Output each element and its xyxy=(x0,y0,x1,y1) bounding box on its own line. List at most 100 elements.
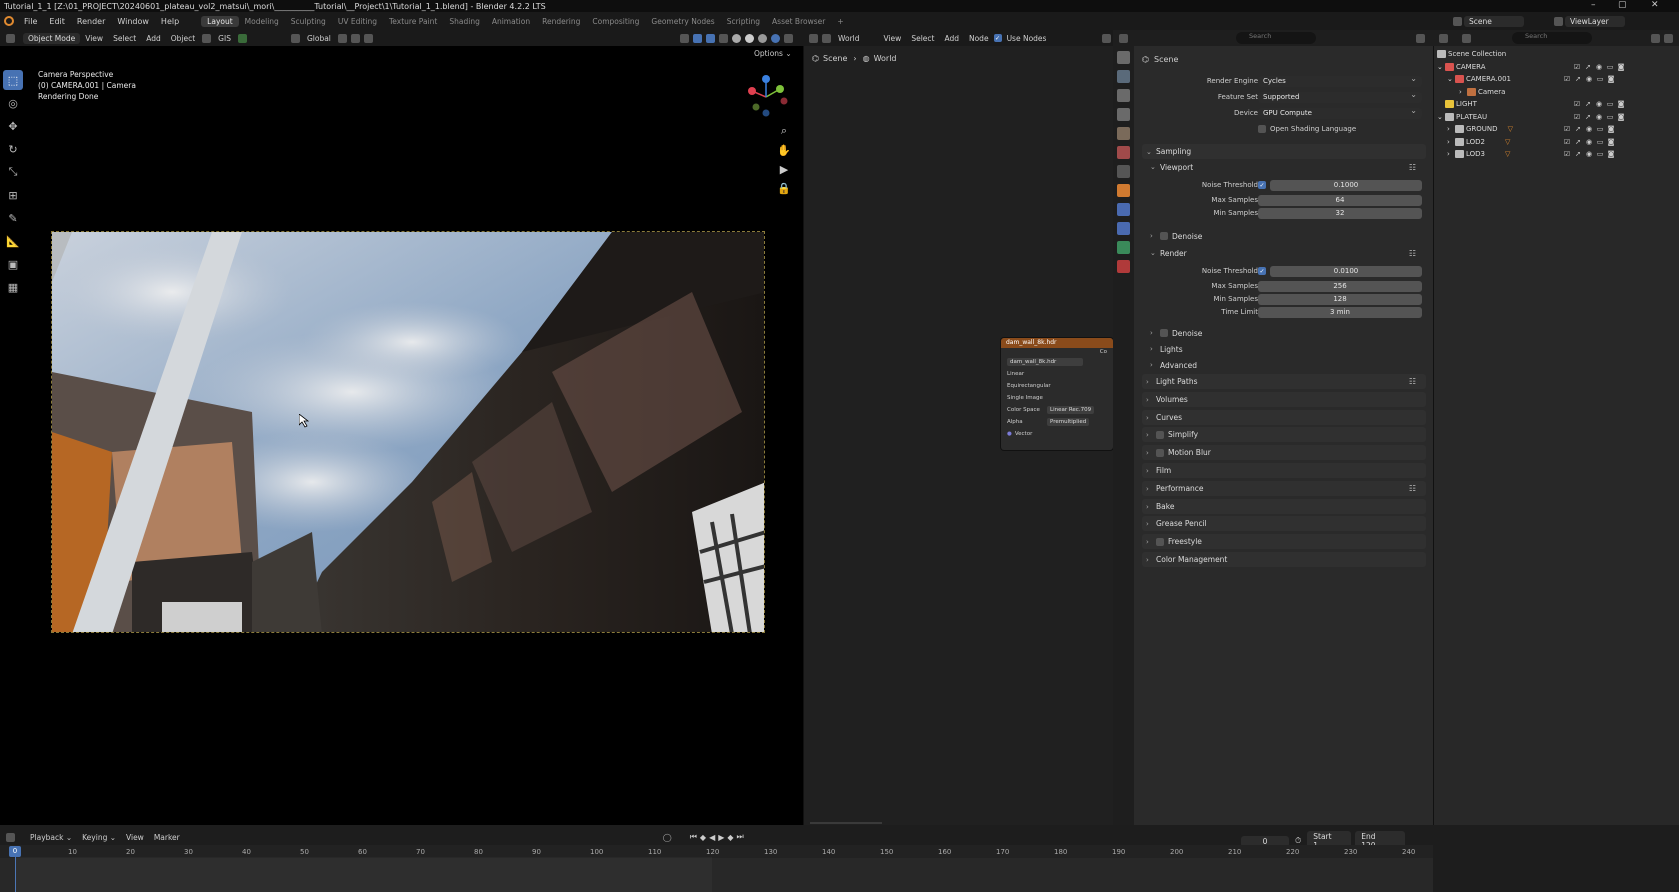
filter-icon[interactable] xyxy=(1651,33,1660,43)
tool-tab-icon[interactable] xyxy=(1117,51,1130,64)
node-colorspace-value[interactable]: Linear Rec.709 xyxy=(1047,406,1095,414)
orientation-dropdown[interactable]: Global xyxy=(302,34,336,43)
freestyle-checkbox[interactable] xyxy=(1156,537,1164,546)
add-cube-tool-icon[interactable]: ▣ xyxy=(3,254,23,274)
simplify-panel[interactable]: › Simplify xyxy=(1142,427,1426,442)
vp-noise-threshold-checkbox[interactable]: ✓ xyxy=(1258,181,1266,189)
monitor-icon[interactable]: ▭ xyxy=(1596,138,1604,146)
select-arrow-icon[interactable]: ➚ xyxy=(1584,113,1592,121)
gis-menu[interactable]: GIS xyxy=(213,34,236,43)
render-camera-icon[interactable]: ◙ xyxy=(1607,75,1615,83)
node-interpolation[interactable]: Linear xyxy=(1001,368,1113,380)
environment-texture-node[interactable]: dam_wall_8k.hdr Co dam_wall_8k.hdr Linea… xyxy=(1001,338,1113,450)
node-projection[interactable]: Equirectangular xyxy=(1001,380,1113,392)
monitor-icon[interactable]: ▭ xyxy=(1596,125,1604,133)
render-tab-icon[interactable] xyxy=(1117,70,1130,83)
monitor-icon[interactable]: ▭ xyxy=(1606,63,1614,71)
monitor-icon[interactable]: ▭ xyxy=(1606,100,1614,108)
proportional-edit-icon[interactable] xyxy=(363,33,373,43)
snap-icon[interactable] xyxy=(202,33,212,43)
eye-icon[interactable]: ◉ xyxy=(1585,150,1593,158)
list-icon[interactable]: ☷ xyxy=(1409,484,1416,493)
eye-icon[interactable]: ◉ xyxy=(1595,63,1603,71)
gizmo-toggle-icon[interactable] xyxy=(693,33,702,43)
node-menu-view[interactable]: View xyxy=(879,34,907,43)
node-alpha-value[interactable]: Premultiplied xyxy=(1047,418,1090,426)
scale-tool-icon[interactable]: ⤡ xyxy=(3,162,23,182)
menu-window[interactable]: Window xyxy=(111,17,155,26)
pause-render-icon[interactable] xyxy=(784,33,793,43)
r-denoise-checkbox[interactable] xyxy=(1160,329,1168,337)
list-icon[interactable]: ☷ xyxy=(1409,163,1416,172)
physics-tab-icon[interactable] xyxy=(1117,222,1130,235)
performance-panel[interactable]: › Performance ☷ xyxy=(1142,481,1426,496)
r-max-samples-field[interactable]: 256 xyxy=(1258,280,1422,292)
select-box-tool-icon[interactable]: ⬚ xyxy=(3,70,23,90)
feature-set-dropdown[interactable]: Supported xyxy=(1258,90,1422,103)
add-workspace-button[interactable]: + xyxy=(831,16,849,27)
annotate-tool-icon[interactable]: ✎ xyxy=(3,208,23,228)
zoom-icon[interactable]: ⌕ xyxy=(777,124,791,138)
texture-tab-icon[interactable] xyxy=(1117,260,1130,273)
select-arrow-icon[interactable]: ➚ xyxy=(1584,63,1592,71)
xray-icon[interactable] xyxy=(719,33,728,43)
exclude-checkbox-icon[interactable]: ☑ xyxy=(1573,113,1581,121)
new-collection-icon[interactable] xyxy=(1664,33,1673,43)
workspace-tab-shading[interactable]: Shading xyxy=(443,16,485,27)
freestyle-panel[interactable]: › Freestyle xyxy=(1142,534,1426,549)
use-nodes-checkbox[interactable]: ✓ xyxy=(993,34,1002,42)
render-camera-icon[interactable]: ◙ xyxy=(1617,113,1625,121)
properties-type-icon[interactable] xyxy=(1119,33,1128,43)
play-reverse-icon[interactable]: ◀ xyxy=(709,833,718,842)
outliner-row-lod2[interactable]: › LOD2 ▽ ☑ ➚ ◉ ▭ ◙ xyxy=(1437,136,1677,148)
outliner-type-icon[interactable] xyxy=(1439,33,1448,43)
exclude-checkbox-icon[interactable]: ☑ xyxy=(1563,75,1571,83)
world-shader-dropdown[interactable]: World xyxy=(833,34,865,43)
menu-file[interactable]: File xyxy=(18,17,43,26)
data-tab-icon[interactable] xyxy=(1117,241,1130,254)
list-icon[interactable]: ☷ xyxy=(1409,249,1416,258)
node-editor-scrollbar[interactable] xyxy=(810,822,882,824)
display-mode-icon[interactable] xyxy=(1462,33,1471,43)
select-arrow-icon[interactable]: ➚ xyxy=(1574,138,1582,146)
timeline-type-icon[interactable] xyxy=(6,832,15,842)
lock-icon[interactable]: 🔒 xyxy=(777,182,791,195)
transform-tool-icon[interactable]: ⊞ xyxy=(3,185,23,205)
viewport-subpanel[interactable]: ⌄ Viewport ☷ xyxy=(1150,160,1426,174)
monitor-icon[interactable]: ▭ xyxy=(1606,113,1614,121)
r-noise-threshold-field[interactable]: 0.0100 xyxy=(1270,265,1422,277)
viewlayer-selector[interactable]: ViewLayer xyxy=(1565,15,1625,27)
node-menu-select[interactable]: Select xyxy=(906,34,939,43)
solid-shading-icon[interactable] xyxy=(745,33,754,43)
outliner-row-light-collection[interactable]: LIGHT ☑ ➚ ◉ ▭ ◙ xyxy=(1437,98,1677,110)
bake-panel[interactable]: › Bake xyxy=(1142,499,1426,514)
lights-subpanel[interactable]: › Lights xyxy=(1150,342,1426,356)
properties-options-icon[interactable] xyxy=(1416,33,1425,43)
cursor-tool-icon[interactable]: ◎ xyxy=(3,93,23,113)
select-arrow-icon[interactable]: ➚ xyxy=(1574,150,1582,158)
film-panel[interactable]: › Film xyxy=(1142,463,1426,478)
chevron-right-icon[interactable]: › xyxy=(1447,150,1455,158)
outliner-row-scene-collection[interactable]: Scene Collection xyxy=(1437,48,1677,60)
blender-logo-icon[interactable] xyxy=(4,16,14,26)
device-dropdown[interactable]: GPU Compute xyxy=(1258,106,1422,119)
grease-pencil-panel[interactable]: › Grease Pencil xyxy=(1142,516,1426,531)
sampling-panel[interactable]: ⌄ Sampling xyxy=(1142,144,1426,159)
workspace-tab-scripting[interactable]: Scripting xyxy=(721,16,766,27)
auto-key-icon[interactable]: ◯ xyxy=(663,833,672,842)
render-camera-icon[interactable]: ◙ xyxy=(1607,138,1615,146)
r-noise-threshold-checkbox[interactable]: ✓ xyxy=(1258,267,1266,275)
world-type-icon[interactable] xyxy=(822,33,831,43)
chevron-right-icon[interactable]: › xyxy=(1447,138,1455,146)
overlay-toggle-icon[interactable] xyxy=(706,33,715,43)
exclude-checkbox-icon[interactable]: ☑ xyxy=(1573,63,1581,71)
jump-start-icon[interactable]: ⏮ xyxy=(690,832,700,842)
jump-end-icon[interactable]: ⏭ xyxy=(737,832,747,842)
select-arrow-icon[interactable]: ➚ xyxy=(1574,75,1582,83)
simplify-checkbox[interactable] xyxy=(1156,430,1164,439)
navigation-gizmo[interactable] xyxy=(742,73,790,121)
eye-icon[interactable]: ◉ xyxy=(1595,113,1603,121)
workspace-tab-sculpting[interactable]: Sculpting xyxy=(285,16,332,27)
select-arrow-icon[interactable]: ➚ xyxy=(1584,100,1592,108)
exclude-checkbox-icon[interactable]: ☑ xyxy=(1563,138,1571,146)
